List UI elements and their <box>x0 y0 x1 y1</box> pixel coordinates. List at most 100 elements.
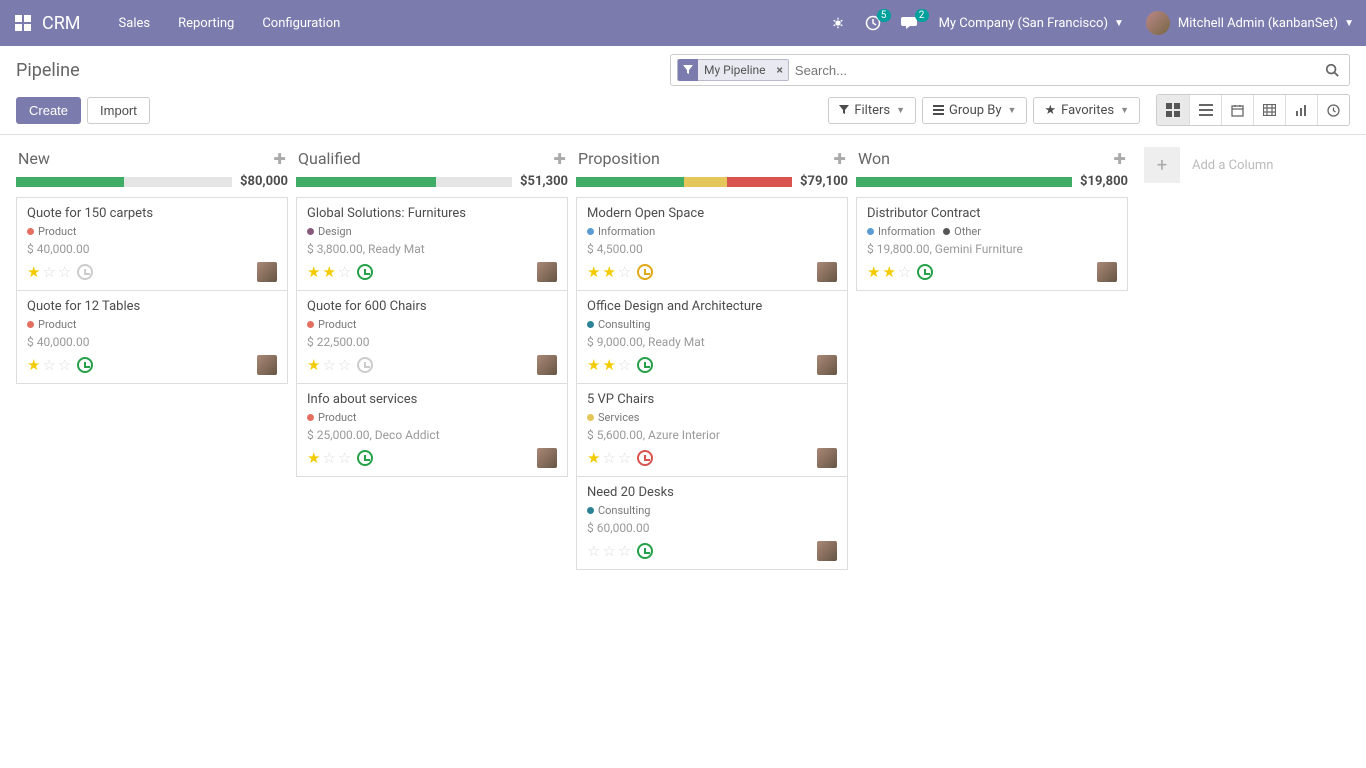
salesperson-avatar[interactable] <box>817 262 837 282</box>
column-progress-bar[interactable] <box>856 177 1072 187</box>
kanban-card[interactable]: Distributor ContractInformationOther$ 19… <box>856 197 1128 291</box>
priority-stars[interactable]: ★★☆ <box>307 263 351 281</box>
menu-sales[interactable]: Sales <box>119 16 151 31</box>
favorites-dropdown[interactable]: ★ Favorites ▼ <box>1033 97 1140 124</box>
activity-icon[interactable] <box>637 543 653 559</box>
salesperson-avatar[interactable] <box>257 355 277 375</box>
priority-stars[interactable]: ★☆☆ <box>587 449 631 467</box>
add-column-icon[interactable]: + <box>1144 147 1180 183</box>
facet-remove[interactable]: × <box>772 63 788 77</box>
card-tags: Product <box>27 318 277 331</box>
activity-icon[interactable] <box>357 264 373 280</box>
column-progress-bar[interactable] <box>576 177 792 187</box>
messages-icon[interactable]: 2 <box>901 15 919 31</box>
priority-stars[interactable]: ☆☆☆ <box>587 542 631 560</box>
salesperson-avatar[interactable] <box>537 262 557 282</box>
column-title[interactable]: Won <box>858 149 1113 168</box>
view-activity[interactable] <box>1317 95 1349 125</box>
priority-stars[interactable]: ★☆☆ <box>27 356 71 374</box>
kanban-card[interactable]: Office Design and ArchitectureConsulting… <box>576 290 848 383</box>
priority-stars[interactable]: ★☆☆ <box>307 449 351 467</box>
view-pivot[interactable] <box>1253 95 1285 125</box>
column-add-icon[interactable]: ✚ <box>1113 150 1126 168</box>
priority-stars[interactable]: ★★☆ <box>587 263 631 281</box>
salesperson-avatar[interactable] <box>1097 262 1117 282</box>
kanban-card[interactable]: Quote for 150 carpetsProduct$ 40,000.00★… <box>16 197 288 290</box>
card-title: Distributor Contract <box>867 206 1117 221</box>
salesperson-avatar[interactable] <box>817 541 837 561</box>
page-title: Pipeline <box>16 60 80 81</box>
kanban-card[interactable]: Info about servicesProduct$ 25,000.00, D… <box>296 383 568 477</box>
kanban-card[interactable]: Modern Open SpaceInformation$ 4,500.00★★… <box>576 197 848 290</box>
debug-icon[interactable] <box>831 16 845 30</box>
search-bar[interactable]: My Pipeline × <box>670 54 1350 86</box>
card-subtitle: $ 19,800.00, Gemini Furniture <box>867 242 1117 256</box>
kanban-card[interactable]: 5 VP ChairsServices$ 5,600.00, Azure Int… <box>576 383 848 476</box>
menu-configuration[interactable]: Configuration <box>262 16 340 31</box>
view-list[interactable] <box>1189 95 1221 125</box>
kanban-column: Proposition ✚$79,100Modern Open SpaceInf… <box>576 147 848 570</box>
filters-dropdown[interactable]: Filters ▼ <box>828 97 916 124</box>
kanban-card[interactable]: Global Solutions: FurnituresDesign$ 3,80… <box>296 197 568 290</box>
column-progress-bar[interactable] <box>296 177 512 187</box>
control-panel: Pipeline My Pipeline × Create Import Fil… <box>0 46 1366 135</box>
card-title: Office Design and Architecture <box>587 299 837 314</box>
activity-icon[interactable] <box>917 264 933 280</box>
brand[interactable]: CRM <box>42 13 81 34</box>
kanban-column: New ✚$80,000Quote for 150 carpetsProduct… <box>16 147 288 384</box>
kanban-card[interactable]: Quote for 12 TablesProduct$ 40,000.00★☆☆ <box>16 290 288 384</box>
search-input[interactable] <box>795 56 1321 84</box>
kanban-card[interactable]: Need 20 DesksConsulting$ 60,000.00☆☆☆ <box>576 476 848 570</box>
company-name: My Company (San Francisco) <box>939 16 1108 31</box>
view-calendar[interactable] <box>1221 95 1253 125</box>
activity-icon[interactable] <box>357 450 373 466</box>
add-column-label: Add a Column <box>1192 158 1273 173</box>
priority-stars[interactable]: ★☆☆ <box>27 263 71 281</box>
salesperson-avatar[interactable] <box>257 262 277 282</box>
salesperson-avatar[interactable] <box>537 355 557 375</box>
card-title: Need 20 Desks <box>587 485 837 500</box>
column-progress-bar[interactable] <box>16 177 232 187</box>
user-menu[interactable]: Mitchell Admin (kanbanSet) ▼ <box>1146 11 1354 35</box>
activity-icon[interactable] <box>637 450 653 466</box>
card-subtitle: $ 9,000.00, Ready Mat <box>587 335 837 349</box>
import-button[interactable]: Import <box>87 97 150 124</box>
create-button[interactable]: Create <box>16 97 81 124</box>
groupby-dropdown[interactable]: Group By ▼ <box>922 97 1027 124</box>
card-subtitle: $ 3,800.00, Ready Mat <box>307 242 557 256</box>
menu-reporting[interactable]: Reporting <box>178 16 234 31</box>
user-name: Mitchell Admin (kanbanSet) <box>1178 16 1338 31</box>
company-selector[interactable]: My Company (San Francisco) ▼ <box>939 16 1124 31</box>
facet-label: My Pipeline <box>698 63 772 77</box>
column-title[interactable]: Proposition <box>578 149 833 168</box>
salesperson-avatar[interactable] <box>817 355 837 375</box>
activity-icon[interactable] <box>637 357 653 373</box>
priority-stars[interactable]: ★★☆ <box>867 263 911 281</box>
activity-icon[interactable] <box>77 357 93 373</box>
apps-icon[interactable] <box>14 14 32 32</box>
card-tags: Product <box>307 411 557 424</box>
card-title: 5 VP Chairs <box>587 392 837 407</box>
column-add-icon[interactable]: ✚ <box>273 150 286 168</box>
activity-icon[interactable] <box>357 357 373 373</box>
priority-stars[interactable]: ★★☆ <box>587 356 631 374</box>
view-kanban[interactable] <box>1157 95 1189 125</box>
column-title[interactable]: Qualified <box>298 149 553 168</box>
navbar: CRM Sales Reporting Configuration 5 2 My… <box>0 0 1366 46</box>
add-column[interactable]: + Add a Column <box>1144 147 1273 183</box>
search-icon[interactable] <box>1321 63 1343 77</box>
column-add-icon[interactable]: ✚ <box>553 150 566 168</box>
priority-stars[interactable]: ★☆☆ <box>307 356 351 374</box>
activities-icon[interactable]: 5 <box>865 15 881 31</box>
column-title[interactable]: New <box>18 149 273 168</box>
activity-icon[interactable] <box>637 264 653 280</box>
salesperson-avatar[interactable] <box>537 448 557 468</box>
column-add-icon[interactable]: ✚ <box>833 150 846 168</box>
caret-icon: ▼ <box>896 105 905 116</box>
funnel-icon <box>839 105 849 115</box>
activity-icon[interactable] <box>77 264 93 280</box>
salesperson-avatar[interactable] <box>817 448 837 468</box>
card-tags: Information <box>587 225 837 238</box>
kanban-card[interactable]: Quote for 600 ChairsProduct$ 22,500.00★☆… <box>296 290 568 383</box>
view-graph[interactable] <box>1285 95 1317 125</box>
